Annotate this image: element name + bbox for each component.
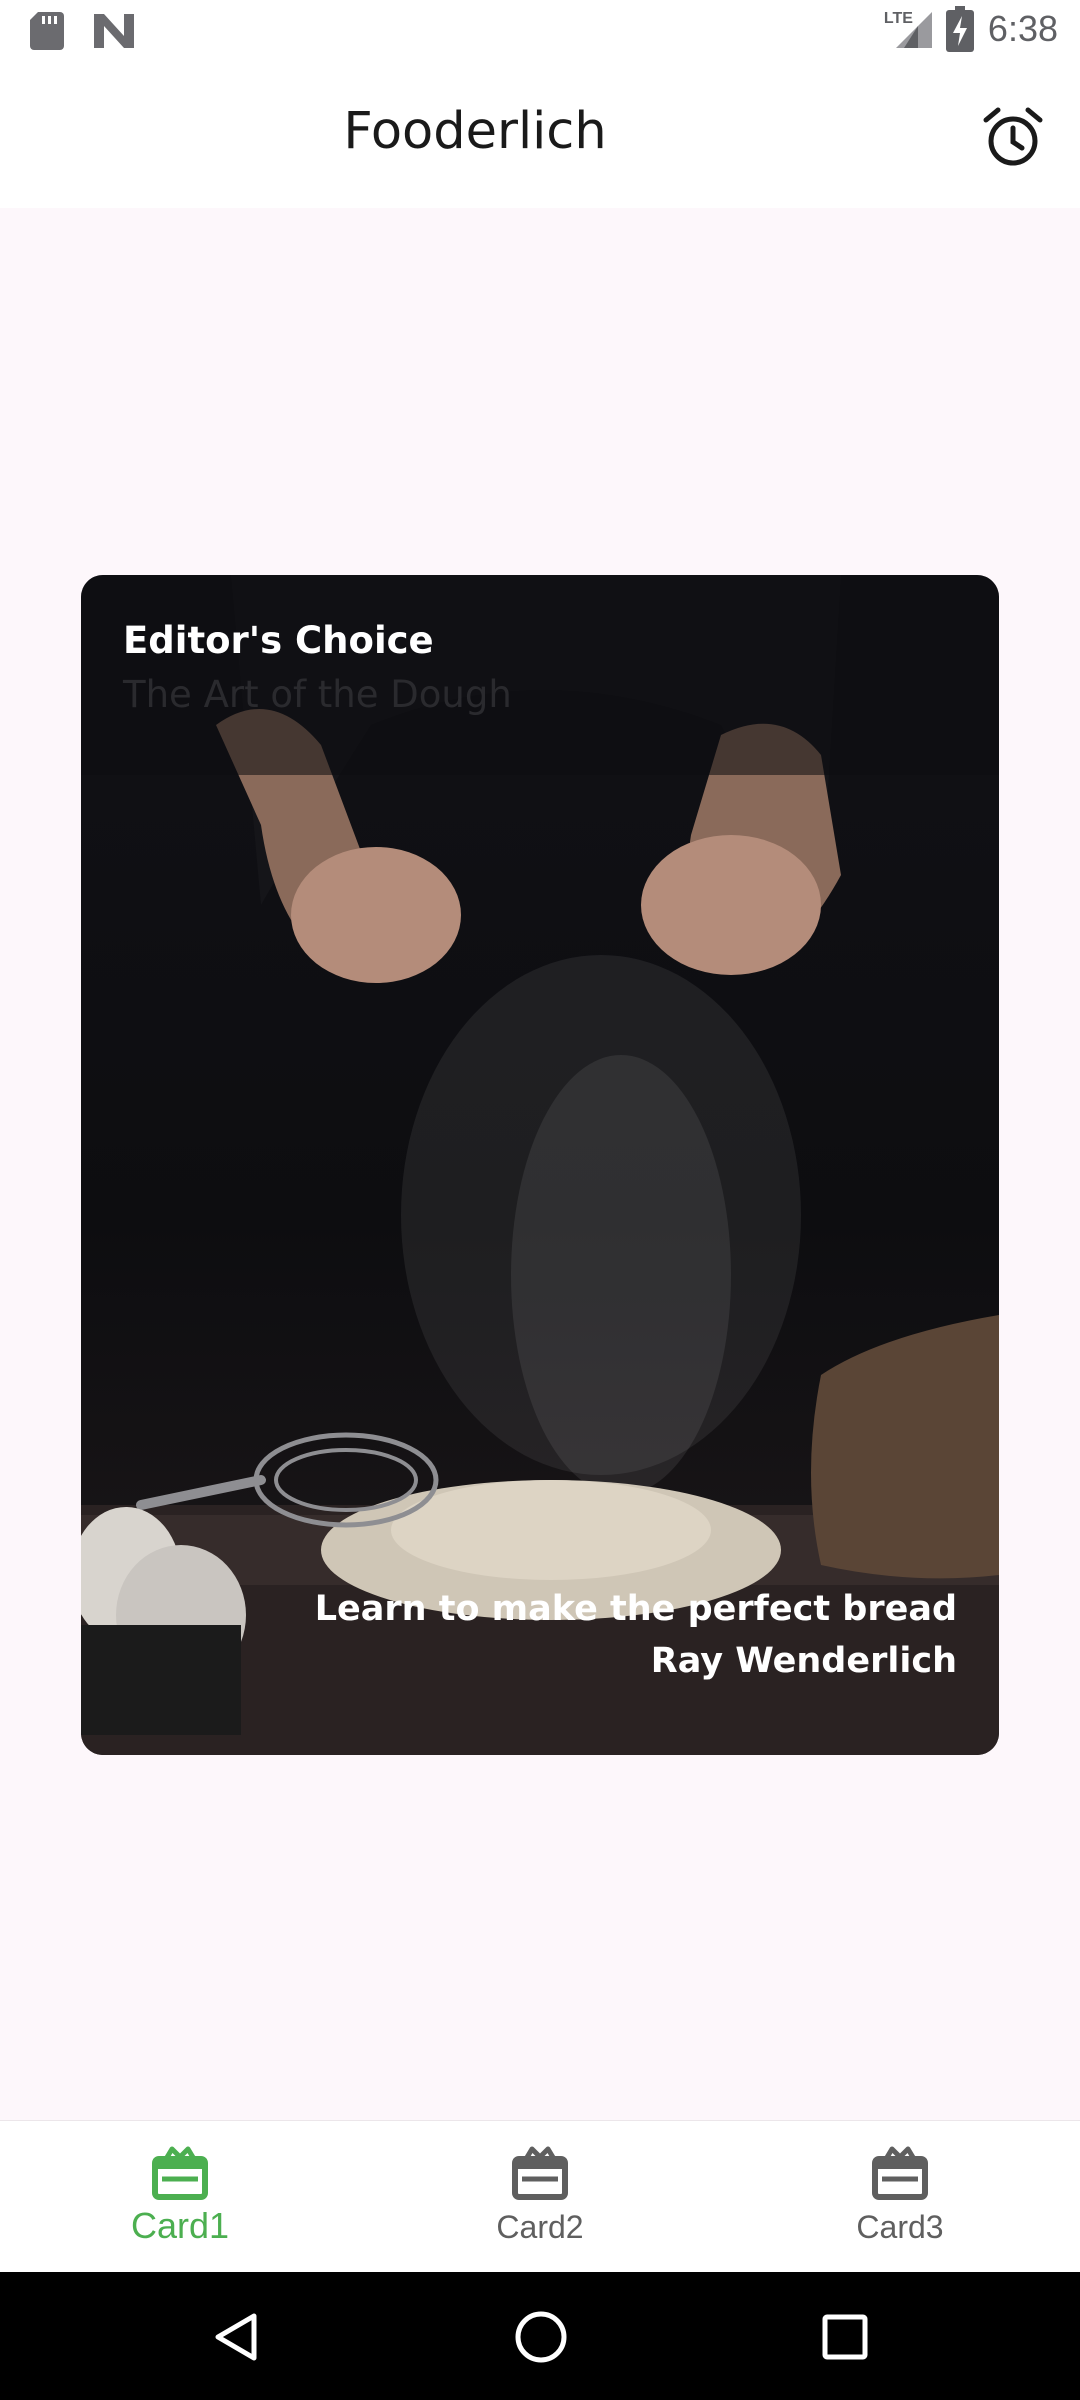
nav-item-card1[interactable]: Card1 bbox=[0, 2121, 360, 2273]
recents-icon[interactable] bbox=[822, 2314, 868, 2360]
card-category: Editor's Choice bbox=[123, 619, 434, 662]
app-bar: Fooderlich bbox=[0, 64, 1080, 208]
nav-label-card2: Card2 bbox=[496, 2209, 584, 2245]
card-icon bbox=[872, 2146, 928, 2200]
nav-label-card1: Card1 bbox=[130, 2205, 230, 2246]
page-title: Fooderlich bbox=[343, 102, 607, 161]
status-time: 6:38 bbox=[987, 8, 1058, 49]
editors-choice-card[interactable]: Editor's Choice The Art of the Dough Lea… bbox=[81, 575, 999, 1755]
n-logo-icon bbox=[94, 14, 134, 48]
card-description: Learn to make the perfect bread Ray Wend… bbox=[315, 1583, 957, 1687]
card-icon bbox=[152, 2146, 208, 2200]
card-background-image bbox=[81, 575, 999, 1755]
nav-item-card2[interactable]: Card2 bbox=[360, 2121, 720, 2273]
sd-card-icon bbox=[30, 12, 64, 50]
signal-icon: LTE bbox=[884, 6, 932, 52]
nav-label-card3: Card3 bbox=[856, 2209, 944, 2245]
card-author: Ray Wenderlich bbox=[650, 1641, 957, 1681]
alarm-clock-icon[interactable] bbox=[980, 104, 1046, 170]
status-bar: LTE 6:38 bbox=[0, 0, 1080, 64]
card-icon bbox=[512, 2146, 568, 2200]
battery-charging-icon bbox=[945, 6, 974, 52]
home-icon[interactable] bbox=[514, 2310, 568, 2364]
back-icon[interactable] bbox=[212, 2312, 260, 2362]
card-title: The Art of the Dough bbox=[123, 673, 512, 716]
system-navigation-bar bbox=[0, 2272, 1080, 2400]
card-description-line: Learn to make the perfect bread bbox=[314, 1589, 957, 1629]
bottom-navigation: Card1 Card2 Card3 bbox=[0, 2120, 1080, 2273]
nav-item-card3[interactable]: Card3 bbox=[720, 2121, 1080, 2273]
